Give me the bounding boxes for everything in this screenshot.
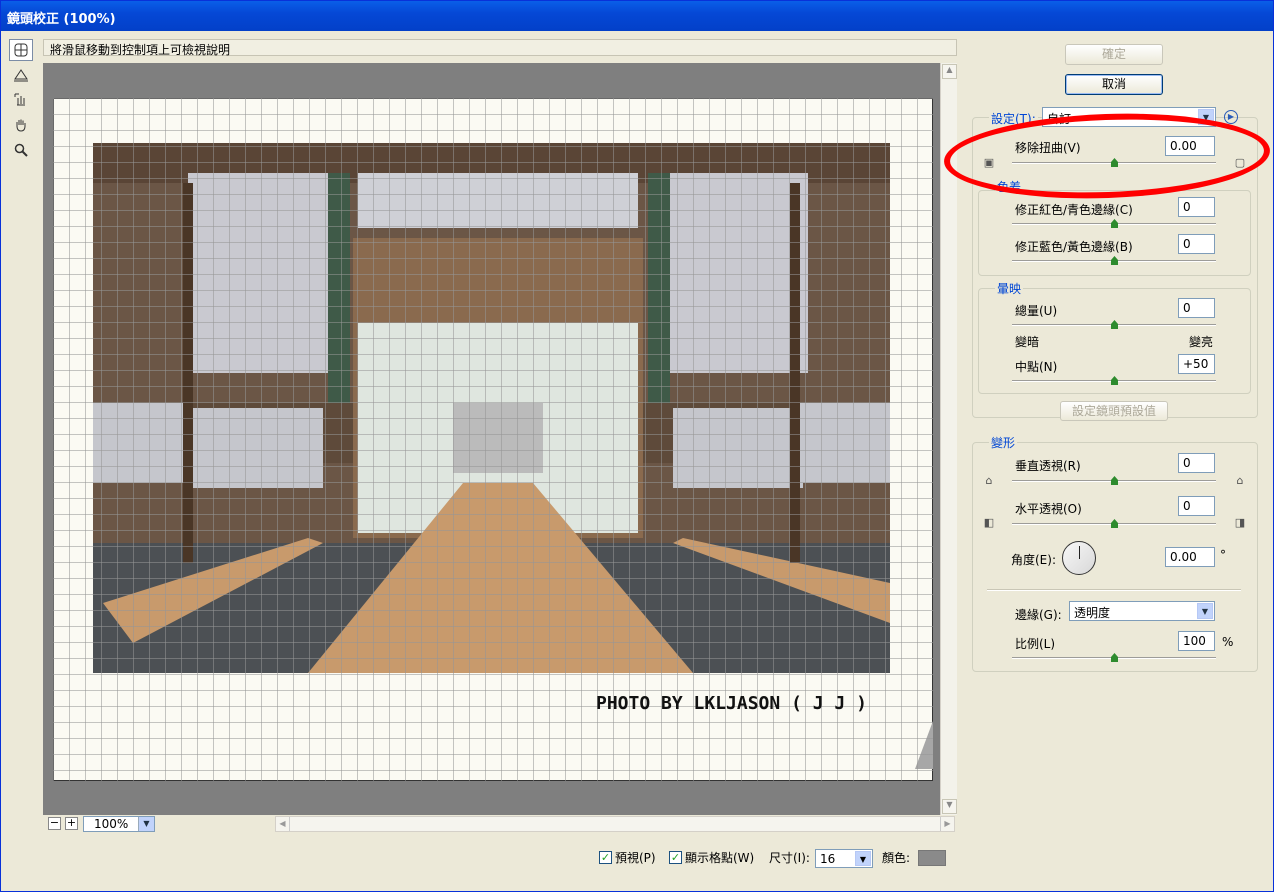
show-grid-checkbox-row[interactable]: ✓ 顯示格點(W) [669, 849, 754, 866]
preview-label: 預視(P) [615, 851, 656, 865]
chevron-down-icon[interactable]: ▼ [138, 817, 154, 831]
vignette-title: 暈映 [995, 280, 1024, 297]
grid-size-select[interactable]: 16 ▼ [815, 849, 873, 868]
remove-distortion-tool-icon[interactable] [9, 39, 33, 61]
midpoint-input[interactable]: +50 [1178, 354, 1215, 374]
vertical-perspective-label: 垂直透視(R) [1015, 459, 1081, 473]
preview-checkbox[interactable]: ✓ [599, 851, 612, 864]
scroll-right-icon[interactable]: ▶ [940, 817, 954, 831]
vignette-amount-slider[interactable] [1012, 320, 1216, 329]
grid-size-value: 16 [820, 852, 836, 866]
angle-dial[interactable] [1062, 541, 1096, 575]
edge-select[interactable]: 透明度 ▼ [1069, 601, 1215, 621]
show-grid-checkbox[interactable]: ✓ [669, 851, 682, 864]
zoom-in-button[interactable]: + [65, 817, 78, 830]
lighten-label: 變亮 [1189, 335, 1214, 349]
horizontal-perspective-input[interactable]: 0 [1178, 496, 1215, 516]
blue-yellow-label: 修正藍色/黃色邊緣(B) [1015, 240, 1133, 254]
move-grid-tool-icon[interactable] [9, 89, 33, 111]
scroll-left-icon[interactable]: ◀ [276, 817, 290, 831]
angle-input[interactable]: 0.00 [1165, 547, 1215, 567]
horizontal-perspective-label: 水平透視(O) [1015, 502, 1082, 516]
angle-unit: ° [1220, 548, 1226, 562]
preview-checkbox-row[interactable]: ✓ 預視(P) [599, 849, 656, 866]
scale-input[interactable]: 100 [1178, 631, 1215, 651]
cancel-button[interactable]: 取消 [1065, 74, 1163, 95]
straighten-tool-icon[interactable] [9, 64, 33, 86]
chevron-down-icon[interactable]: ▼ [1197, 603, 1213, 619]
horizontal-perspective-slider[interactable] [1012, 519, 1216, 528]
red-cyan-input[interactable]: 0 [1178, 197, 1215, 217]
vertical-perspective-slider[interactable] [1012, 476, 1216, 485]
zoom-tool-icon[interactable] [9, 139, 33, 161]
transform-title: 變形 [989, 434, 1018, 451]
horizontal-scrollbar[interactable]: ◀ ▶ [275, 816, 955, 832]
vertical-perspective-input[interactable]: 0 [1178, 453, 1215, 473]
grid-color-swatch[interactable] [918, 850, 946, 866]
red-cyan-slider[interactable] [1012, 219, 1216, 228]
blue-yellow-input[interactable]: 0 [1178, 234, 1215, 254]
chevron-down-icon[interactable]: ▼ [855, 851, 871, 866]
scroll-down-icon[interactable]: ▼ [942, 799, 957, 814]
grid-color-label: 顏色: [882, 851, 911, 865]
angle-label: 角度(E): [1011, 553, 1056, 567]
zoom-out-button[interactable]: − [48, 817, 61, 830]
edge-label: 邊緣(G): [1015, 608, 1062, 622]
red-cyan-label: 修正紅色/青色邊緣(C) [1015, 203, 1133, 217]
midpoint-slider[interactable] [1012, 376, 1216, 385]
horizontal-perspective-minus-icon: ◧ [983, 516, 995, 529]
show-grid-label: 顯示格點(W) [685, 851, 755, 865]
darken-label: 變暗 [1015, 335, 1040, 349]
vertical-perspective-minus-icon: ⌂ [985, 474, 993, 487]
toolbox [9, 39, 37, 164]
midpoint-label: 中點(N) [1015, 360, 1058, 374]
vertical-perspective-plus-icon: ⌂ [1236, 474, 1244, 487]
hand-tool-icon[interactable] [9, 114, 33, 136]
scale-unit: % [1222, 635, 1234, 649]
horizontal-perspective-plus-icon: ◨ [1234, 516, 1246, 529]
scale-slider[interactable] [1012, 653, 1216, 662]
edge-select-value: 透明度 [1074, 606, 1111, 620]
ok-button[interactable]: 確定 [1065, 44, 1163, 65]
preview-photo [93, 143, 890, 673]
vignette-amount-input[interactable]: 0 [1178, 298, 1215, 318]
scale-label: 比例(L) [1015, 637, 1056, 651]
settings-menu-icon[interactable]: ▶ [1224, 110, 1238, 124]
zoom-level-select[interactable]: 100% ▼ [83, 816, 155, 832]
window-title: 鏡頭校正 (100%) [1, 1, 1273, 31]
lens-correction-dialog: 鏡頭校正 (100%) 將滑鼠移動到控制項上可檢視說明 ▲ ▼ PHOTO BY… [0, 0, 1274, 892]
transform-divider [987, 589, 1241, 591]
help-hint-bar: 將滑鼠移動到控制項上可檢視說明 [43, 39, 957, 57]
zoom-level-value: 100% [94, 817, 129, 831]
blue-yellow-slider[interactable] [1012, 256, 1216, 265]
zoom-bar: − + 100% ▼ ◀ ▶ [43, 815, 957, 833]
vignette-amount-label: 總量(U) [1015, 304, 1058, 318]
grid-size-label: 尺寸(I): [769, 851, 810, 865]
set-lens-default-button[interactable]: 設定鏡頭預設值 [1060, 401, 1168, 421]
scroll-up-icon[interactable]: ▲ [942, 64, 957, 79]
page-fold-shadow [915, 721, 933, 769]
photo-credit: PHOTO BY LKLJASON ( J J ) [596, 693, 867, 714]
